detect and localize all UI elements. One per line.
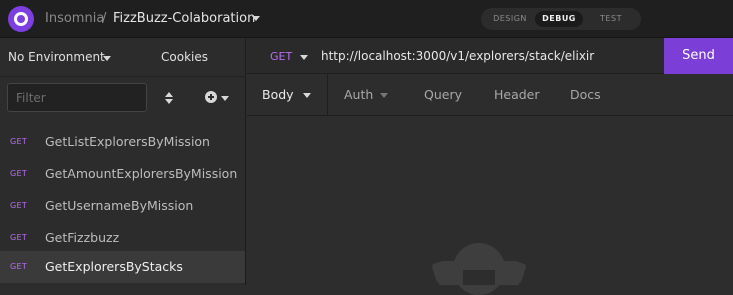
- sidebar: No Environment Cookies GET GetListExplor…: [0, 38, 246, 285]
- request-name: GetAmountExplorersByMission: [45, 166, 238, 181]
- request-method: GET: [10, 233, 28, 242]
- method-chevron-down-icon[interactable]: [300, 55, 308, 60]
- method-selector[interactable]: GET: [270, 50, 292, 63]
- top-bar: Insomnia / FizzBuzz-Colaboration DESIGN …: [0, 0, 733, 38]
- filter-row: [0, 76, 246, 123]
- auth-chevron-down-icon[interactable]: [380, 93, 388, 98]
- request-name: GetExplorersByStacks: [45, 259, 183, 274]
- tab-divider: [327, 74, 328, 116]
- send-button[interactable]: Send: [664, 38, 733, 74]
- request-name: GetFizzbuzz: [45, 230, 120, 245]
- request-item[interactable]: GET GetUsernameByMission: [0, 190, 245, 222]
- tab-body[interactable]: Body: [262, 87, 294, 102]
- add-request-plus-icon[interactable]: [205, 91, 217, 103]
- add-request-chevron-down-icon[interactable]: [221, 96, 229, 101]
- tab-docs[interactable]: Docs: [570, 87, 601, 102]
- request-method: GET: [10, 201, 28, 210]
- tab-auth[interactable]: Auth: [344, 87, 373, 102]
- environment-row: No Environment Cookies: [0, 38, 246, 76]
- request-method: GET: [10, 137, 28, 146]
- body-chevron-down-icon[interactable]: [303, 93, 311, 98]
- filter-input[interactable]: [7, 83, 147, 112]
- environment-selector[interactable]: No Environment: [8, 50, 105, 64]
- mode-test-tab[interactable]: TEST: [587, 11, 635, 27]
- tab-header[interactable]: Header: [494, 87, 540, 102]
- mode-switcher: DESIGN DEBUG TEST: [481, 8, 641, 30]
- request-name: GetUsernameByMission: [45, 198, 194, 213]
- request-item[interactable]: GET GetListExplorersByMission: [0, 126, 245, 158]
- breadcrumb-project[interactable]: FizzBuzz-Colaboration: [113, 11, 255, 27]
- url-bar: GET http://localhost:3000/v1/explorers/s…: [247, 38, 733, 74]
- request-name: GetListExplorersByMission: [45, 134, 210, 149]
- request-item[interactable]: GET GetFizzbuzz: [0, 222, 245, 254]
- project-chevron-down-icon[interactable]: [252, 16, 260, 21]
- insomnia-logo-icon: [8, 6, 34, 32]
- breadcrumb-app[interactable]: Insomnia: [45, 11, 104, 27]
- cookies-button[interactable]: Cookies: [161, 50, 208, 64]
- sort-icon[interactable]: [163, 90, 175, 106]
- request-item[interactable]: GET GetAmountExplorersByMission: [0, 158, 245, 190]
- request-method: GET: [10, 262, 28, 271]
- mode-debug-tab[interactable]: DEBUG: [535, 11, 583, 27]
- mode-design-tab[interactable]: DESIGN: [487, 11, 533, 27]
- environment-chevron-down-icon[interactable]: [103, 56, 111, 61]
- request-item-active[interactable]: GET GetExplorersByStacks: [0, 251, 245, 283]
- tab-query[interactable]: Query: [424, 87, 462, 102]
- breadcrumb-separator: /: [102, 11, 107, 26]
- url-input[interactable]: http://localhost:3000/v1/explorers/stack…: [321, 49, 594, 63]
- request-tabs: Body Auth Query Header Docs: [247, 74, 733, 116]
- request-method: GET: [10, 169, 28, 178]
